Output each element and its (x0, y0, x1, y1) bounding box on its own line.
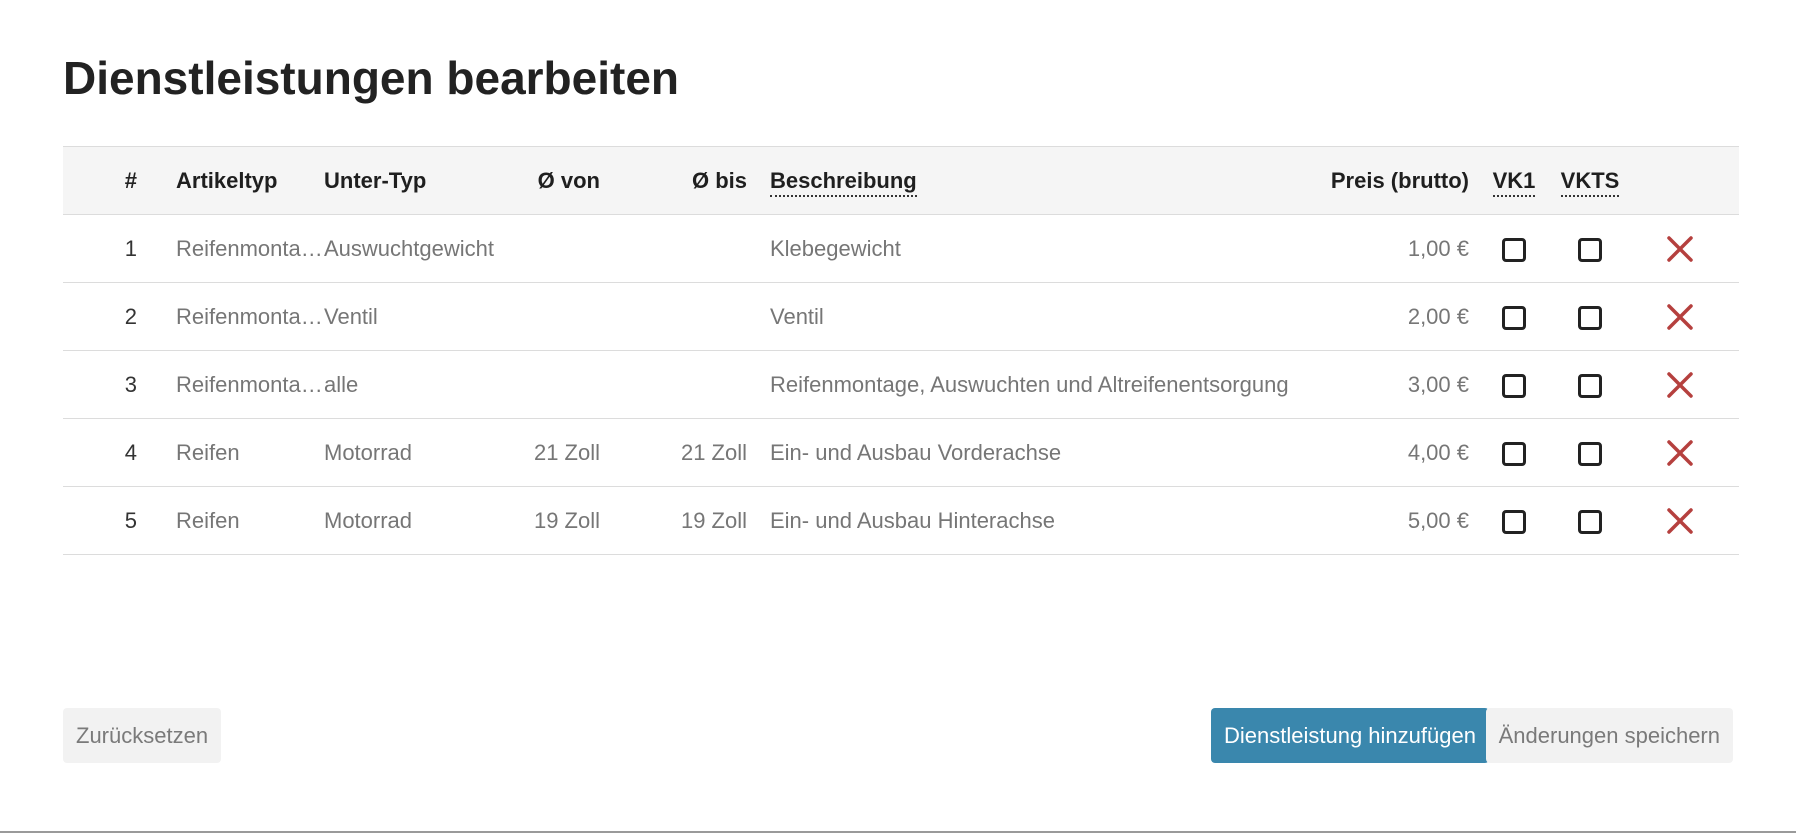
cell-article-type[interactable]: Reifenmontage (152, 350, 324, 419)
cell-index: 5 (63, 486, 152, 555)
cell-sub-type[interactable]: alle (324, 350, 505, 419)
cell-diameter-to[interactable] (614, 350, 747, 419)
header-article-type[interactable]: Artikeltyp (152, 147, 324, 215)
cell-vkts (1559, 214, 1621, 283)
table-header: # Artikeltyp Unter-Typ Ø von Ø bis Besch… (63, 146, 1739, 215)
vkts-checkbox[interactable] (1578, 305, 1602, 330)
cell-sub-type[interactable]: Motorrad (324, 418, 505, 487)
header-vkts-label[interactable]: VKTS (1560, 167, 1620, 197)
table-row: 4 Reifen Motorrad 21 Zoll 21 Zoll Ein- und Au… (63, 418, 1739, 487)
cell-index: 3 (63, 350, 152, 419)
cell-price[interactable]: 3,00 € (1304, 350, 1469, 419)
cell-diameter-to[interactable]: 19 Zoll (614, 486, 747, 555)
add-service-button[interactable]: Dienstleistung hinzufügen (1211, 708, 1489, 763)
table-row: 1 Reifenmontage Auswuchtgewicht Klebegewich… (63, 214, 1739, 283)
cell-sub-type[interactable]: Ventil (324, 282, 505, 351)
vkts-checkbox[interactable] (1578, 441, 1602, 466)
cell-diameter-from[interactable]: 21 Zoll (505, 418, 614, 487)
table-body: 1 Reifenmontage Auswuchtgewicht Klebegewich… (63, 214, 1739, 555)
cell-description[interactable]: Ventil (747, 282, 1304, 351)
header-description-label[interactable]: Beschreibung (770, 167, 917, 197)
cell-delete (1621, 214, 1739, 283)
header-vkts[interactable]: VKTS (1559, 147, 1621, 215)
header-diameter-to[interactable]: Ø bis (614, 147, 747, 215)
cell-diameter-from[interactable] (505, 282, 614, 351)
cell-delete (1621, 486, 1739, 555)
cell-vkts (1559, 486, 1621, 555)
cell-article-type[interactable]: Reifen (152, 418, 324, 487)
table-row: 5 Reifen Motorrad 19 Zoll 19 Zoll Ein- und Au… (63, 486, 1739, 555)
cell-diameter-from[interactable] (505, 214, 614, 283)
header-diameter-from[interactable]: Ø von (505, 147, 614, 215)
vk1-checkbox[interactable] (1502, 305, 1526, 330)
vk1-checkbox[interactable] (1502, 441, 1526, 466)
header-price[interactable]: Preis (brutto) (1304, 147, 1469, 215)
cell-delete (1621, 350, 1739, 419)
vk1-checkbox[interactable] (1502, 373, 1526, 398)
edit-services-page: Dienstleistungen bearbeiten # Artikeltyp… (0, 0, 1796, 833)
header-sub-type[interactable]: Unter-Typ (324, 147, 505, 215)
close-icon[interactable] (1666, 303, 1694, 331)
vk1-checkbox[interactable] (1502, 509, 1526, 534)
header-delete (1621, 147, 1739, 215)
cell-article-type[interactable]: Reifenmontage (152, 214, 324, 283)
cell-diameter-to[interactable] (614, 282, 747, 351)
vk1-checkbox[interactable] (1502, 237, 1526, 262)
header-vk1-label[interactable]: VK1 (1492, 167, 1536, 197)
save-changes-button[interactable]: Änderungen speichern (1485, 708, 1733, 763)
close-icon[interactable] (1666, 507, 1694, 535)
close-icon[interactable] (1666, 371, 1694, 399)
cell-sub-type[interactable]: Auswuchtgewicht (324, 214, 505, 283)
cell-sub-type[interactable]: Motorrad (324, 486, 505, 555)
table-row: 2 Reifenmontage Ventil Ventil 2,00 € (63, 282, 1739, 351)
cell-diameter-from[interactable]: 19 Zoll (505, 486, 614, 555)
vkts-checkbox[interactable] (1578, 237, 1602, 262)
vkts-checkbox[interactable] (1578, 509, 1602, 534)
cell-price[interactable]: 1,00 € (1304, 214, 1469, 283)
cell-vk1 (1469, 418, 1559, 487)
cell-diameter-to[interactable] (614, 214, 747, 283)
cell-diameter-to[interactable]: 21 Zoll (614, 418, 747, 487)
footer-actions: Zurücksetzen Dienstleistung hinzufügen Ä… (63, 708, 1733, 763)
cell-article-type[interactable]: Reifenmontage (152, 282, 324, 351)
table-header-row: # Artikeltyp Unter-Typ Ø von Ø bis Besch… (63, 146, 1739, 215)
table-row: 3 Reifenmontage alle Reifenmontage, Auswuch… (63, 350, 1739, 419)
cell-price[interactable]: 2,00 € (1304, 282, 1469, 351)
page-title: Dienstleistungen bearbeiten (63, 52, 680, 104)
cell-delete (1621, 418, 1739, 487)
cell-vk1 (1469, 350, 1559, 419)
cell-description[interactable]: Ein- und Ausbau Vorderachse (747, 418, 1304, 487)
cell-delete (1621, 282, 1739, 351)
cell-vkts (1559, 350, 1621, 419)
cell-article-type[interactable]: Reifen (152, 486, 324, 555)
cell-vk1 (1469, 214, 1559, 283)
cell-price[interactable]: 4,00 € (1304, 418, 1469, 487)
cell-price[interactable]: 5,00 € (1304, 486, 1469, 555)
header-description[interactable]: Beschreibung (747, 147, 1304, 215)
cell-vkts (1559, 418, 1621, 487)
cell-index: 2 (63, 282, 152, 351)
reset-button[interactable]: Zurücksetzen (63, 708, 222, 763)
vkts-checkbox[interactable] (1578, 373, 1602, 398)
close-icon[interactable] (1666, 439, 1694, 467)
header-index: # (124, 167, 137, 193)
close-icon[interactable] (1666, 235, 1694, 263)
services-table: # Artikeltyp Unter-Typ Ø von Ø bis Besch… (63, 146, 1739, 555)
cell-description[interactable]: Reifenmontage, Auswuchten und Altreifene… (747, 350, 1304, 419)
cell-vkts (1559, 282, 1621, 351)
cell-description[interactable]: Klebegewicht (747, 214, 1304, 283)
cell-vk1 (1469, 282, 1559, 351)
cell-description[interactable]: Ein- und Ausbau Hinterachse (747, 486, 1304, 555)
cell-vk1 (1469, 486, 1559, 555)
cell-index: 4 (63, 418, 152, 487)
cell-diameter-from[interactable] (505, 350, 614, 419)
header-vk1[interactable]: VK1 (1469, 147, 1559, 215)
cell-index: 1 (63, 214, 152, 283)
